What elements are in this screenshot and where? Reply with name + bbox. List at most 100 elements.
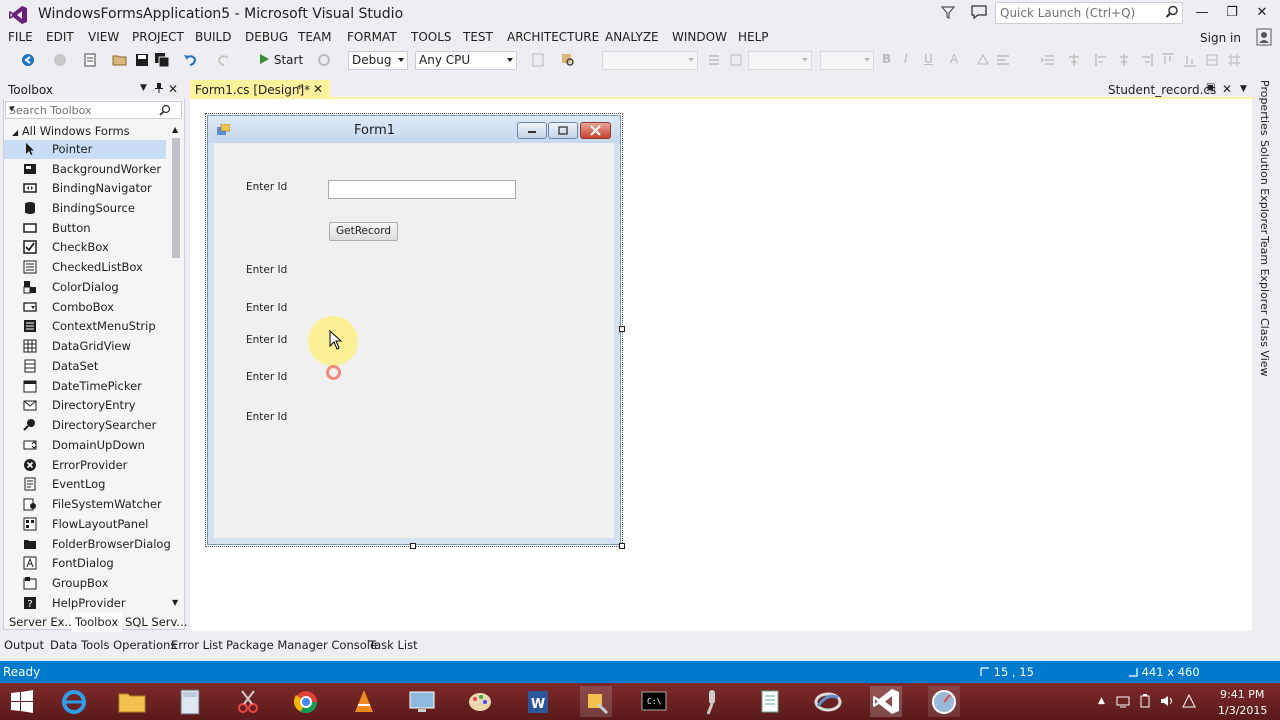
tab-close-icon[interactable]: ✕ [1222, 82, 1232, 96]
open-file-icon[interactable] [112, 52, 128, 68]
tab-pin-icon[interactable]: ⌖ [297, 82, 303, 93]
menu-team[interactable]: TEAM [298, 30, 331, 44]
align-icon[interactable] [706, 52, 722, 68]
taskbar-clock-time[interactable]: 9:41 PM [1220, 688, 1264, 701]
setup-tool-icon[interactable] [580, 686, 612, 717]
toolbox-item-pointer[interactable]: Pointer [4, 140, 166, 159]
menu-project[interactable]: PROJECT [132, 30, 184, 44]
volume-icon[interactable] [1160, 694, 1174, 711]
toolbox-item-datagridview[interactable]: DataGridView [4, 337, 166, 356]
sql-server-icon[interactable] [812, 686, 844, 717]
tab-close-icon[interactable]: ✕ [313, 82, 323, 96]
notepad-icon[interactable] [754, 686, 786, 717]
tab-output[interactable]: Output [4, 638, 44, 652]
tab-preview-pin-icon[interactable]: ▣ [1206, 82, 1215, 93]
menu-architecture[interactable]: ARCHITECTURE [507, 30, 599, 44]
toolbox-item-eventlog[interactable]: EventLog [4, 475, 166, 494]
menu-edit[interactable]: EDIT [46, 30, 74, 44]
windows-start-icon[interactable] [6, 686, 38, 717]
network-icon[interactable] [1116, 694, 1130, 711]
toolbox-close-icon[interactable]: ✕ [168, 82, 178, 96]
text-align-icon[interactable] [995, 52, 1011, 68]
menu-build[interactable]: BUILD [195, 30, 231, 44]
close-window-icon[interactable]: ✕ [1248, 2, 1276, 24]
show-hidden-icons-icon[interactable]: ▲ [1098, 696, 1105, 706]
tab-error-list[interactable]: Error List [171, 638, 223, 652]
size-icon[interactable] [728, 52, 744, 68]
new-project-icon[interactable] [82, 52, 98, 68]
configuration-dropdown[interactable]: Debug [348, 51, 408, 70]
toolbox-item-combobox[interactable]: ComboBox [4, 298, 166, 317]
toolbox-item-domainupdown[interactable]: DomainUpDown [4, 436, 166, 455]
redo-icon[interactable] [216, 52, 232, 68]
style-dropdown[interactable] [820, 51, 874, 70]
sign-in-link[interactable]: Sign in [1200, 31, 1241, 45]
toolbox-item-bindingnavigator[interactable]: BindingNavigator [4, 179, 166, 198]
tab-package-manager-console[interactable]: Package Manager Console [226, 638, 377, 652]
menu-tools[interactable]: TOOLS [411, 30, 452, 44]
align-top-icon[interactable] [1160, 52, 1176, 68]
toolbox-item-checkedlistbox[interactable]: CheckedListBox [4, 258, 166, 277]
restore-window-icon[interactable]: ❐ [1218, 2, 1246, 24]
scroll-up-icon[interactable]: ▲ [172, 125, 178, 134]
visual-studio-taskbar-icon[interactable] [870, 686, 902, 717]
toolbox-item-folderbrowserdialog[interactable]: FolderBrowserDialog [4, 535, 171, 554]
attach-icon[interactable] [530, 52, 546, 68]
label-enter-id[interactable]: Enter Id [246, 302, 287, 314]
font-name-dropdown[interactable] [602, 51, 698, 70]
battery-icon[interactable] [1138, 694, 1152, 711]
toolbox-item-errorprovider[interactable]: ErrorProvider [4, 456, 166, 475]
taskbar-clock-date[interactable]: 1/3/2015 [1218, 704, 1267, 717]
calculator-icon[interactable] [174, 686, 206, 717]
sound-recorder-icon[interactable] [696, 686, 728, 717]
indent-icon[interactable] [1040, 52, 1056, 68]
menu-file[interactable]: FILE [8, 30, 33, 44]
toolbox-item-filesystemwatcher[interactable]: FileSystemWatcher [4, 495, 166, 514]
menu-window[interactable]: WINDOW [672, 30, 727, 44]
internet-explorer-icon[interactable] [58, 686, 90, 717]
paint-icon[interactable] [464, 686, 496, 717]
file-explorer-icon[interactable] [116, 686, 148, 717]
quick-launch-input[interactable]: Quick Launch (Ctrl+Q) [995, 2, 1183, 24]
toolbox-pin-icon[interactable] [154, 82, 164, 97]
feedback-icon[interactable] [970, 4, 988, 20]
font-color-icon[interactable]: A [950, 52, 966, 68]
align-middle-icon[interactable] [1116, 52, 1132, 68]
make-same-size-icon[interactable] [1204, 52, 1220, 68]
toolbox-item-helpprovider[interactable]: ? HelpProvider [4, 594, 166, 613]
underline-icon[interactable]: U [924, 52, 940, 68]
id-textbox[interactable] [328, 180, 516, 199]
menu-format[interactable]: FORMAT [347, 30, 397, 44]
toolbox-item-directorysearcher[interactable]: DirectorySearcher [4, 416, 166, 435]
toolbox-item-datetimepicker[interactable]: DateTimePicker [4, 377, 166, 396]
italic-icon[interactable]: I [904, 52, 920, 68]
font-size-dropdown[interactable] [748, 51, 812, 70]
menu-help[interactable]: HELP [738, 30, 769, 44]
find-in-files-icon[interactable] [560, 52, 576, 68]
tab-sql-server[interactable]: SQL Serv... [121, 613, 191, 632]
save-icon[interactable] [134, 52, 150, 68]
tab-toolbox[interactable]: Toolbox [71, 613, 123, 632]
screen-recorder-icon[interactable] [928, 686, 960, 717]
resize-handle-bottom-right[interactable] [619, 543, 625, 549]
navigate-forward-icon[interactable] [52, 52, 68, 68]
resize-handle-bottom[interactable] [410, 543, 416, 549]
toolbox-search-input[interactable]: Search Toolbox ▼ [5, 101, 182, 119]
toolbox-item-flowlayoutpanel[interactable]: FlowLayoutPanel [4, 515, 166, 534]
label-enter-id[interactable]: Enter Id [246, 411, 287, 423]
menu-analyze[interactable]: ANALYZE [605, 30, 659, 44]
tab-team-explorer[interactable]: Team Explorer [1258, 236, 1271, 314]
notification-filter-icon[interactable] [940, 4, 956, 20]
command-prompt-icon[interactable]: C:\ [638, 686, 670, 717]
search-options-icon[interactable]: ▼ [9, 105, 180, 113]
navigate-back-icon[interactable] [20, 52, 36, 68]
action-center-icon[interactable] [1182, 693, 1196, 711]
platform-dropdown[interactable]: Any CPU [415, 51, 517, 70]
refresh-icon[interactable] [316, 52, 332, 68]
getrecord-button[interactable]: GetRecord [329, 222, 398, 241]
layout-center-icon[interactable] [1066, 52, 1082, 68]
toolbox-item-groupbox[interactable]: GroupBox [4, 574, 166, 593]
vlc-player-icon[interactable] [348, 686, 380, 717]
align-left-icon[interactable] [1094, 52, 1110, 68]
tab-server-explorer[interactable]: Server Ex... [5, 613, 79, 632]
